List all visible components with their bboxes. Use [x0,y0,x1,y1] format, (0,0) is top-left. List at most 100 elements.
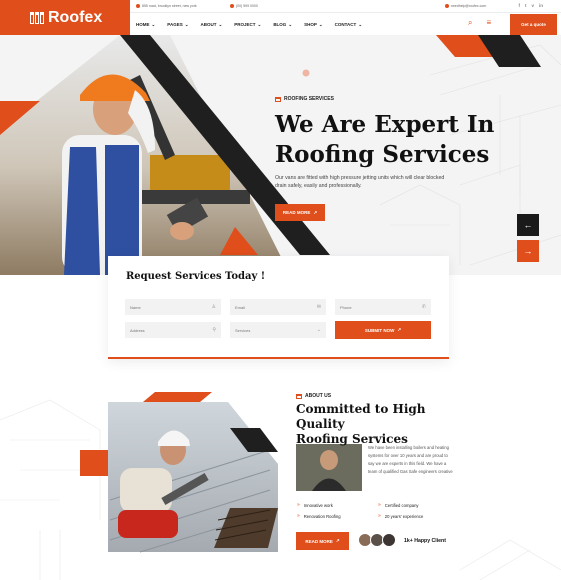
chevron-down-icon: ⌄ [316,327,321,333]
email-info[interactable]: needhelp@roofex.com [445,4,486,8]
chevron-down-icon: ⌄ [358,21,363,27]
hero-eyebrow: ROOFING SERVICES [275,96,334,102]
feature-label: Renovation Roofing [303,513,341,519]
about-description: We have been installing boilers and heat… [368,445,453,474]
logo-icon [30,11,44,24]
double-chevron-icon: » [378,513,381,519]
chevron-down-icon: ⌄ [318,21,323,27]
about-eyebrow-text: ABOUT US [305,393,332,399]
nav-label: HOME [136,21,150,27]
twitter-icon[interactable]: t [525,3,527,8]
feature-item: » Innovative work [297,502,333,508]
get-quote-button[interactable]: Get a quote [510,14,557,35]
hero-title-line: Roofing Services [275,141,490,168]
feature-item: » 20 years' experience [378,513,423,519]
button-label: READ MORE [305,538,333,544]
double-chevron-icon: » [297,502,300,508]
brand-logo[interactable]: Roofex [0,0,130,35]
user-icon: ♙ [211,304,216,310]
nav-shop[interactable]: SHOP ⌄ [304,22,323,28]
field-placeholder: Phone [340,304,352,310]
slider-next-button[interactable]: → [517,240,539,262]
search-icon[interactable]: ⌕ [468,18,472,28]
main-nav: HOME ⌄ PAGES ⌄ ABOUT ⌄ PROJECT ⌄ BLOG ⌄ SHOP ⌄… [130,14,362,35]
nav-label: CONTACT [334,21,357,27]
header-icons: ⌕ ≡ [468,18,491,28]
about-graphics [0,392,561,580]
button-label: READ MORE [282,210,311,215]
email-text: needhelp@roofex.com [451,4,487,8]
nav-project[interactable]: PROJECT ⌄ [234,22,261,28]
address-info: 855 road, brooklyn street, new york [136,4,197,8]
chevron-down-icon: ⌄ [288,21,293,27]
feature-label: Certified company [384,502,419,508]
address-field[interactable]: Address ⚲ [125,322,221,338]
arrow-right-icon: → [523,246,533,256]
nav-home[interactable]: HOME ⌄ [136,22,155,28]
field-placeholder: Services [235,327,251,333]
happy-clients-label: 1k+ Happy Client [404,538,446,544]
nav-pages[interactable]: PAGES ⌄ [167,22,188,28]
house-sketch [0,399,561,580]
feature-item: » Renovation Roofing [297,513,341,519]
chevron-down-icon: ⌄ [218,21,223,27]
arrow-up-right-icon: ↗ [313,209,318,215]
name-field[interactable]: Name ♙ [125,299,221,315]
top-info-bar: 855 road, brooklyn street, new york (00)… [130,0,561,13]
nav-blog[interactable]: BLOG ⌄ [273,22,292,28]
feature-item: » Certified company [378,502,419,508]
form-title: Request Services Today ! [126,271,266,282]
arrow-up-right-icon: ↗ [335,538,340,543]
nav-about[interactable]: ABOUT ⌄ [200,22,222,28]
services-select[interactable]: Services ⌄ [230,322,326,338]
phone-text: (00) 599 0000 [236,4,258,8]
nav-label: BLOG [273,21,287,27]
phone-info[interactable]: (00) 599 0000 [230,4,258,8]
submit-now-button[interactable]: SUBMIT NOW ↗ [335,321,431,339]
hero-eyebrow-text: ROOFING SERVICES [284,96,334,102]
about-read-more-button[interactable]: READ MORE ↗ [296,532,349,550]
nav-contact[interactable]: CONTACT ⌄ [335,22,362,28]
phone-icon: ✆ [421,304,426,310]
feature-label: 20 years' experience [384,513,424,519]
feature-label: Innovative work [303,502,333,508]
roof-icon [275,96,281,102]
roof-icon [296,393,302,399]
hero-title-line: We Are Expert In [275,111,495,138]
chevron-down-icon: ⌄ [184,21,189,27]
nav-label: PAGES [167,21,183,27]
phone-field[interactable]: Phone ✆ [335,299,431,315]
mail-icon: ✉ [316,304,321,310]
accent-left-shape [80,450,108,476]
mail-icon [445,4,449,8]
brand-name: Roofex [48,8,103,26]
request-services-form: Request Services Today ! Name ♙ Email ✉ Ph… [108,256,449,359]
linkedin-icon[interactable]: in [539,3,543,8]
email-field[interactable]: Email ✉ [230,299,326,315]
chevron-down-icon: ⌄ [151,21,156,27]
menu-icon[interactable]: ≡ [486,18,491,28]
engineer-face [320,450,338,470]
decor-dot [302,69,310,77]
hero-read-more-button[interactable]: READ MORE ↗ [275,204,325,221]
arrow-up-right-icon: ↗ [397,327,402,332]
nav-label: SHOP [304,21,317,27]
address-text: 855 road, brooklyn street, new york [142,4,197,8]
location-icon [136,4,140,8]
field-placeholder: Email [235,304,246,310]
avatar [382,533,396,547]
double-chevron-icon: » [378,502,381,508]
social-links: f t v in [518,3,543,8]
accent-bar [143,392,212,402]
vimeo-icon[interactable]: v [531,3,534,8]
double-chevron-icon: » [297,513,300,519]
hero-title: We Are Expert In Roofing Services [275,110,515,170]
client-avatars [358,533,400,549]
nav-label: ABOUT [200,21,217,27]
facebook-icon[interactable]: f [518,3,520,8]
arrow-left-icon: ← [523,220,533,230]
chevron-down-icon: ⌄ [257,21,262,27]
slider-prev-button[interactable]: ← [517,214,539,236]
about-title-line: Committed to High Quality [296,402,426,431]
phone-icon [230,4,234,8]
